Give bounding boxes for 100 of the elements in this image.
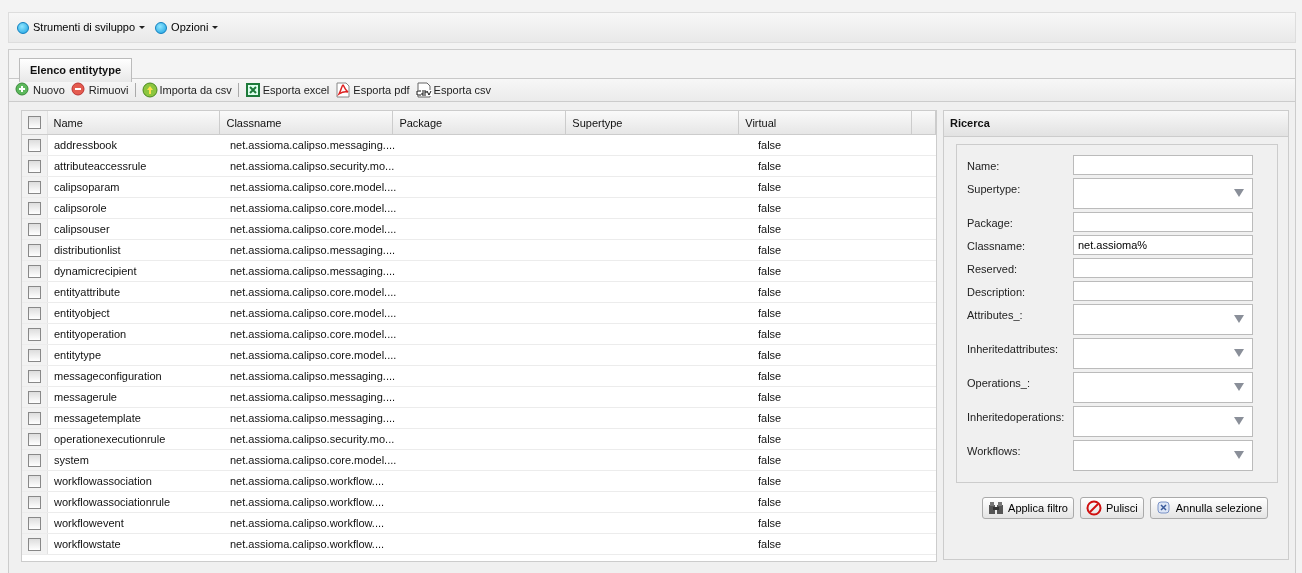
table-cell-text: net.assioma.calipso.core.model....	[229, 347, 398, 363]
field-label: Inheritedoperations:	[967, 409, 1066, 425]
remove-icon	[70, 82, 87, 98]
cancel-selection-button[interactable]: Annulla selezione	[1149, 496, 1268, 519]
column-header[interactable]: Supertype	[566, 111, 740, 134]
row-checkbox[interactable]	[28, 138, 41, 152]
field-label: Description:	[967, 284, 1027, 300]
row-checkbox[interactable]	[28, 432, 41, 446]
row-checkbox[interactable]	[28, 537, 41, 551]
table-cell-text: net.assioma.calipso.core.model....	[229, 179, 398, 195]
spreadsheet-icon	[244, 82, 261, 98]
toolbar-button[interactable]: Esporta csv	[415, 81, 492, 99]
row-checkbox[interactable]	[28, 243, 41, 257]
table-cell-text: net.assioma.calipso.core.model....	[229, 305, 398, 321]
table-cell-text: false	[757, 179, 783, 195]
row-checkbox[interactable]	[28, 516, 41, 530]
select-field[interactable]	[1073, 337, 1253, 369]
toolbar-button[interactable]: Nuovo	[15, 81, 65, 99]
input-field[interactable]	[1073, 280, 1253, 301]
select-field[interactable]	[1073, 405, 1253, 437]
table-cell-text: false	[757, 158, 783, 174]
row-checkbox[interactable]	[28, 201, 41, 215]
menu-button[interactable]: Opzioni	[155, 19, 219, 36]
row-checkbox[interactable]	[28, 453, 41, 467]
table-cell-text: false	[757, 200, 783, 216]
row-checkbox[interactable]	[28, 222, 41, 236]
table-cell-text: workflowevent	[53, 515, 125, 531]
row-checkbox[interactable]	[28, 495, 41, 509]
toolbar-button[interactable]: Rimuovi	[70, 81, 129, 99]
row-checkbox[interactable]	[28, 159, 41, 173]
table-cell-text: false	[757, 536, 783, 552]
table-cell-text: workflowassociation	[53, 473, 153, 489]
table-cell-text: net.assioma.calipso.security.mo...	[229, 431, 396, 447]
table-cell-text: net.assioma.calipso.messaging....	[229, 410, 397, 426]
table-cell-text: calipsoparam	[53, 179, 121, 195]
row-checkbox[interactable]	[28, 327, 41, 341]
field-label: Inheritedattributes:	[967, 341, 1060, 357]
table-cell-text: distributionlist	[53, 242, 122, 258]
table-cell-text: false	[757, 137, 783, 153]
select-field[interactable]	[1073, 439, 1253, 471]
close-icon	[1155, 499, 1172, 516]
binoculars-icon	[988, 499, 1005, 516]
table-cell-text: false	[757, 431, 783, 447]
table-cell-text: net.assioma.calipso.workflow....	[229, 494, 386, 510]
input-field[interactable]	[1073, 211, 1253, 232]
table-cell-text: net.assioma.calipso.workflow....	[229, 473, 386, 489]
table-cell-text: calipsorole	[53, 200, 108, 216]
column-header[interactable]: Classname	[220, 111, 394, 134]
clear-button[interactable]: Pulisci	[1079, 496, 1144, 519]
field-label: Package:	[967, 215, 1014, 231]
row-checkbox[interactable]	[28, 306, 41, 320]
table-cell-text: messageconfiguration	[53, 368, 163, 384]
table-cell-text: net.assioma.calipso.security.mo...	[229, 158, 396, 174]
menu-button[interactable]: Strumenti di sviluppo	[17, 19, 146, 36]
toolbar-button[interactable]: Esporta pdf	[335, 81, 410, 99]
tab[interactable]: Elenco entitytype	[19, 58, 133, 82]
row-checkbox[interactable]	[28, 411, 41, 425]
panel-title: Ricerca	[944, 111, 1288, 137]
table-cell-text: false	[757, 452, 783, 468]
add-icon	[15, 82, 31, 98]
table-cell-text: entityoperation	[53, 326, 128, 342]
select-field[interactable]	[1073, 371, 1253, 403]
field-label: Operations_:	[967, 375, 1031, 391]
field-label: Workflows:	[967, 443, 1022, 459]
apply-filter-button[interactable]: Applica filtro	[982, 496, 1074, 519]
table-cell-text: false	[757, 515, 783, 531]
input-field[interactable]	[1073, 257, 1253, 278]
table-cell-text: net.assioma.calipso.workflow....	[229, 515, 386, 531]
select-all-checkbox[interactable]	[27, 116, 41, 129]
table-cell-text: false	[757, 347, 783, 363]
table-cell-text: false	[757, 389, 783, 405]
input-field[interactable]: net.assioma%	[1073, 234, 1253, 255]
row-checkbox[interactable]	[28, 348, 41, 362]
input-field[interactable]	[1073, 154, 1253, 175]
select-field[interactable]	[1073, 303, 1253, 335]
row-checkbox[interactable]	[28, 180, 41, 194]
row-checkbox[interactable]	[28, 474, 41, 488]
toolbar-button[interactable]: Importa da csv	[141, 81, 232, 99]
table-cell-text: addressbook	[53, 137, 118, 153]
field-label: Classname:	[967, 238, 1027, 254]
column-header[interactable]: Name	[47, 111, 221, 134]
table-cell-text: workflowassociationrule	[53, 494, 172, 510]
dropdown-arrow-icon	[1234, 451, 1244, 459]
row-checkbox[interactable]	[28, 390, 41, 404]
table-cell-text: false	[757, 242, 783, 258]
table-cell-text: messagerule	[53, 389, 118, 405]
table-cell-text: net.assioma.calipso.core.model....	[229, 221, 398, 237]
dropdown-arrow-icon	[1234, 349, 1244, 357]
table-cell-text: calipsouser	[53, 221, 111, 237]
toolbar-button[interactable]: Esporta excel	[244, 81, 330, 99]
table-cell-text: net.assioma.calipso.messaging....	[229, 263, 397, 279]
column-header[interactable]: Virtual	[739, 111, 913, 134]
caret-icon	[212, 26, 219, 29]
table-cell-text: messagetemplate	[53, 410, 142, 426]
row-checkbox[interactable]	[28, 264, 41, 278]
select-field[interactable]	[1073, 177, 1253, 209]
column-header[interactable]: Package	[393, 111, 567, 134]
row-checkbox[interactable]	[28, 369, 41, 383]
row-checkbox[interactable]	[28, 285, 41, 299]
table-cell-text: operationexecutionrule	[53, 431, 167, 447]
